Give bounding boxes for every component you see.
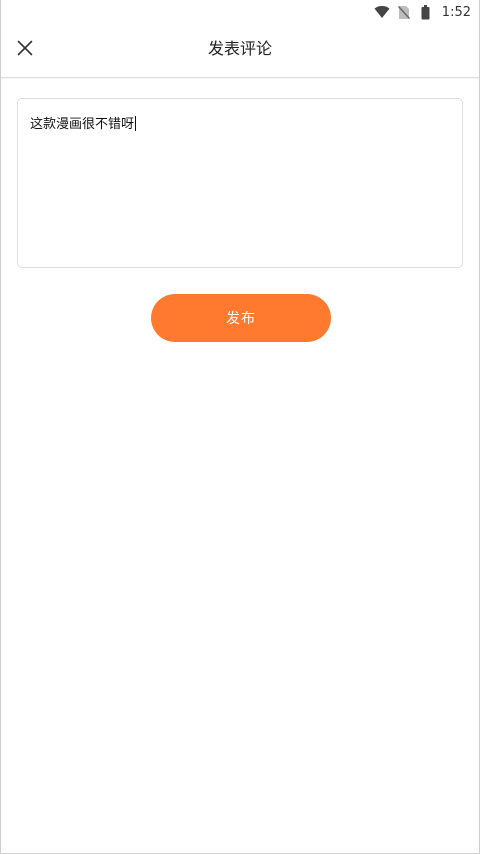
- comment-input[interactable]: 这款漫画很不错呀: [17, 98, 463, 268]
- close-button[interactable]: [11, 36, 39, 64]
- comment-text: 这款漫画很不错呀: [30, 117, 135, 132]
- app-bar: 发表评论: [1, 24, 479, 78]
- close-icon: [17, 40, 33, 60]
- no-sim-icon: [396, 4, 412, 20]
- comment-screen: 1:52 发表评论 这款漫画很不错呀 发布: [0, 0, 480, 854]
- page-title: 发表评论: [207, 39, 272, 58]
- wifi-icon: [374, 4, 390, 20]
- status-bar: 1:52: [1, 0, 479, 24]
- publish-button-label: 发布: [226, 311, 256, 327]
- publish-button[interactable]: 发布: [151, 294, 331, 342]
- status-time: 1:52: [441, 4, 471, 20]
- battery-icon: [418, 4, 434, 20]
- text-cursor: [135, 116, 137, 131]
